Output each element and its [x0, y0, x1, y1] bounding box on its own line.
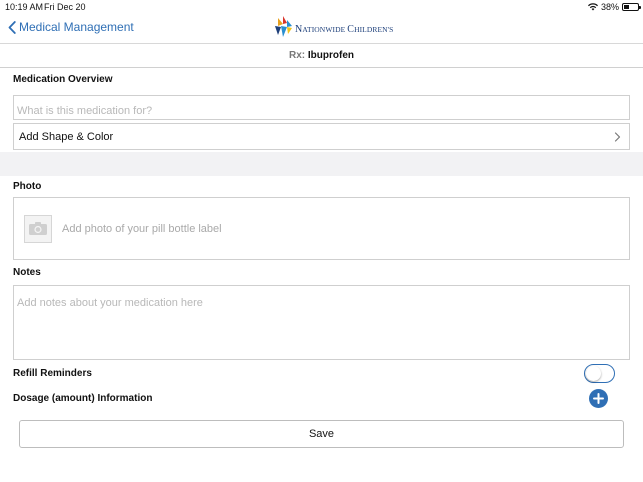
- status-bar: 10:19 AM Fri Dec 20 38%: [0, 0, 643, 14]
- dosage-information-label: Dosage (amount) Information: [13, 393, 153, 404]
- rx-medication-name: Ibuprofen: [307, 50, 354, 61]
- medication-purpose-field[interactable]: What is this medication for?: [13, 95, 630, 120]
- battery-percent: 38%: [600, 2, 619, 12]
- add-photo-prompt: Add photo of your pill bottle label: [62, 222, 222, 235]
- status-time: 10:19 AM: [5, 2, 44, 12]
- nationwide-childrens-logo: NATIONWIDE CHILDREN'S: [272, 15, 393, 39]
- add-photo-area[interactable]: Add photo of your pill bottle label: [13, 197, 630, 260]
- back-button[interactable]: Medical Management: [8, 20, 134, 34]
- notes-placeholder: Add notes about your medication here: [17, 297, 203, 309]
- rx-header: Rx: Ibuprofen: [0, 44, 643, 68]
- logo-text: NATIONWIDE CHILDREN'S: [295, 24, 393, 35]
- add-shape-color-label: Add Shape & Color: [19, 130, 114, 143]
- back-button-label: Medical Management: [19, 20, 134, 34]
- add-shape-color-row[interactable]: Add Shape & Color: [13, 123, 630, 150]
- chevron-left-icon: [8, 20, 16, 34]
- medication-overview-title: Medication Overview: [13, 74, 113, 85]
- battery-icon: [622, 3, 641, 11]
- status-date: Fri Dec 20: [44, 2, 86, 12]
- save-button[interactable]: Save: [19, 420, 624, 448]
- photo-title: Photo: [13, 181, 42, 192]
- chevron-right-icon: [614, 131, 621, 142]
- notes-title: Notes: [13, 267, 41, 278]
- plus-icon: [593, 393, 604, 404]
- camera-icon: [24, 214, 52, 243]
- notes-textarea[interactable]: Add notes about your medication here: [13, 285, 630, 360]
- toggle-knob: [586, 366, 601, 381]
- status-indicators: 38%: [587, 2, 641, 12]
- rx-prefix: Rx:: [288, 50, 306, 61]
- medication-purpose-placeholder: What is this medication for?: [17, 105, 153, 117]
- add-dosage-button[interactable]: [589, 389, 608, 408]
- wifi-icon: [587, 3, 598, 11]
- logo-mark-icon: [275, 16, 292, 37]
- section-divider: [0, 152, 643, 176]
- nav-bar: Medical Management NATIONWIDE CHILDREN'S: [0, 14, 643, 44]
- logo-text-part-2: HILDREN'S: [354, 24, 394, 34]
- refill-reminders-label: Refill Reminders: [13, 368, 92, 379]
- refill-reminders-toggle[interactable]: [584, 364, 615, 383]
- logo-text-part-1: ATIONWIDE: [302, 24, 348, 34]
